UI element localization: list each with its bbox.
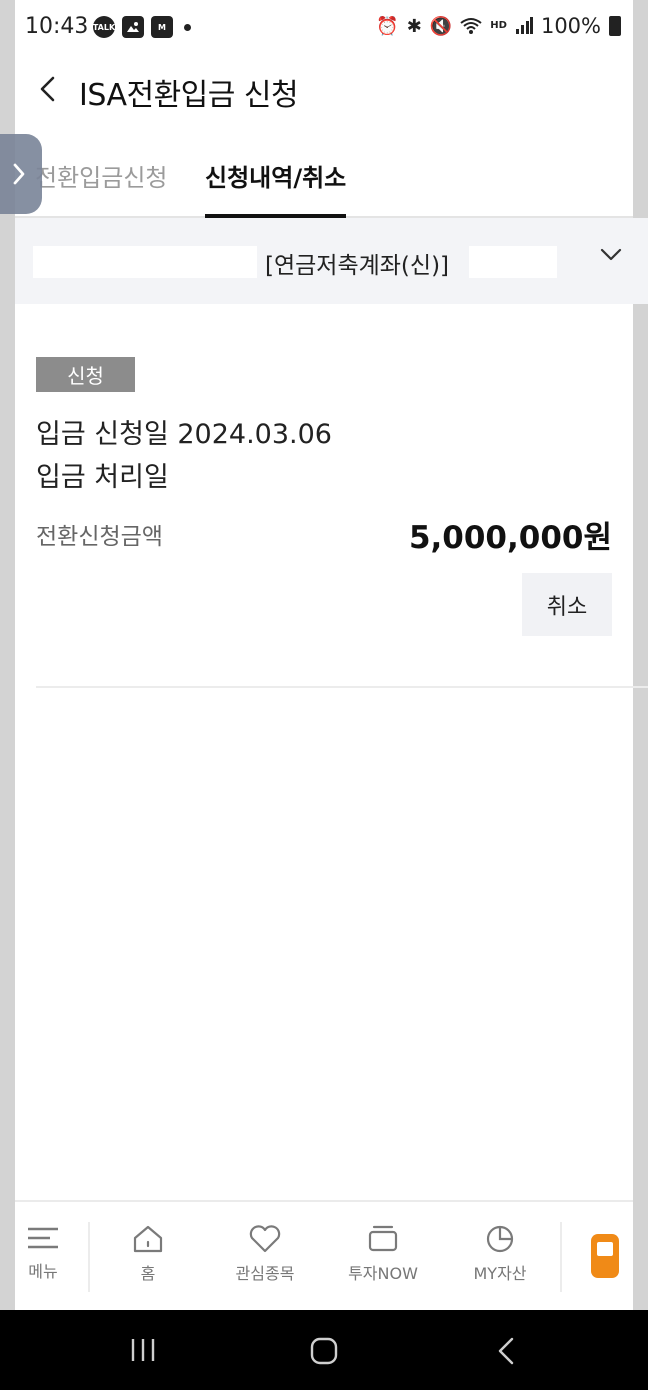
phone-app-icon[interactable]: [591, 1234, 619, 1278]
gallery-icon: [122, 16, 144, 38]
system-status-icons: ⏰ ✱ 🔇 HD 100%: [376, 14, 621, 38]
menu-icon: [28, 1227, 58, 1249]
nav-home[interactable]: 홈: [98, 1224, 198, 1284]
nav-my-assets-label: MY자산: [473, 1264, 527, 1283]
tab-transfer-apply[interactable]: 전환입금신청: [35, 158, 167, 216]
bottom-navigation: 메뉴 홈 관심종목 투자NOW MY자산: [15, 1200, 633, 1310]
nav-separator: [88, 1222, 90, 1292]
nav-invest-now[interactable]: 투자NOW: [333, 1224, 433, 1284]
recent-apps-icon[interactable]: [130, 1336, 156, 1364]
home-icon: [133, 1225, 163, 1253]
alarm-icon: ⏰: [376, 15, 399, 37]
pie-chart-icon: [486, 1225, 514, 1253]
apply-date: 입금 신청일 2024.03.06: [36, 419, 332, 450]
back-arrow-icon[interactable]: [33, 74, 63, 104]
masked-account-number: [33, 246, 257, 278]
notification-icons: TALK M: [93, 16, 191, 38]
nav-separator: [560, 1222, 562, 1292]
mute-icon: 🔇: [429, 15, 453, 37]
status-bar: 10:43 TALK M ⏰ ✱ 🔇 HD 100%: [15, 0, 633, 56]
chevron-down-icon[interactable]: [600, 248, 622, 262]
amount-value: 5,000,000원: [408, 520, 612, 556]
signal-icon: [515, 17, 533, 34]
mstock-icon: M: [151, 16, 173, 38]
more-notifications-dot: [184, 23, 191, 31]
hd-voice-icon: HD: [490, 20, 507, 31]
nav-watchlist[interactable]: 관심종목: [215, 1224, 315, 1284]
process-date: 입금 처리일: [36, 462, 169, 493]
tab-history-cancel[interactable]: 신청내역/취소: [205, 158, 347, 218]
nav-menu-label: 메뉴: [28, 1262, 58, 1281]
cancel-button[interactable]: 취소: [522, 573, 612, 636]
tv-icon: [368, 1225, 398, 1252]
home-button-icon[interactable]: [309, 1336, 339, 1366]
app-screen: 10:43 TALK M ⏰ ✱ 🔇 HD 100% ISA전환입금 신청 전환…: [15, 0, 648, 1310]
account-name: [연금저축계좌(신)]: [265, 253, 450, 279]
nav-home-label: 홈: [140, 1264, 156, 1283]
heart-icon: [249, 1225, 281, 1253]
record-divider: [36, 686, 648, 688]
side-panel-handle[interactable]: [0, 134, 42, 214]
nav-watchlist-label: 관심종목: [235, 1264, 295, 1283]
bluetooth-icon: ✱: [406, 15, 422, 37]
page-title: ISA전환입금 신청: [79, 78, 299, 113]
masked-account-owner: [469, 246, 557, 278]
tab-bar: 전환입금신청 신청내역/취소: [15, 142, 633, 218]
nav-my-assets[interactable]: MY자산: [450, 1224, 550, 1284]
amount-label: 전환신청금액: [36, 524, 163, 550]
status-time: 10:43: [25, 14, 89, 39]
battery-percent: 100%: [540, 14, 601, 38]
app-header: ISA전환입금 신청: [15, 56, 633, 126]
battery-icon: [609, 16, 621, 36]
status-badge: 신청: [36, 357, 135, 392]
wifi-icon: [460, 18, 482, 34]
account-selector[interactable]: [연금저축계좌(신)]: [15, 218, 648, 304]
system-navigation-bar: [0, 1310, 648, 1390]
back-button-icon[interactable]: [496, 1336, 516, 1366]
nav-invest-now-label: 투자NOW: [348, 1264, 418, 1283]
chevron-right-icon: [13, 163, 25, 185]
talk-icon: TALK: [93, 16, 115, 38]
nav-menu[interactable]: 메뉴: [0, 1224, 93, 1282]
